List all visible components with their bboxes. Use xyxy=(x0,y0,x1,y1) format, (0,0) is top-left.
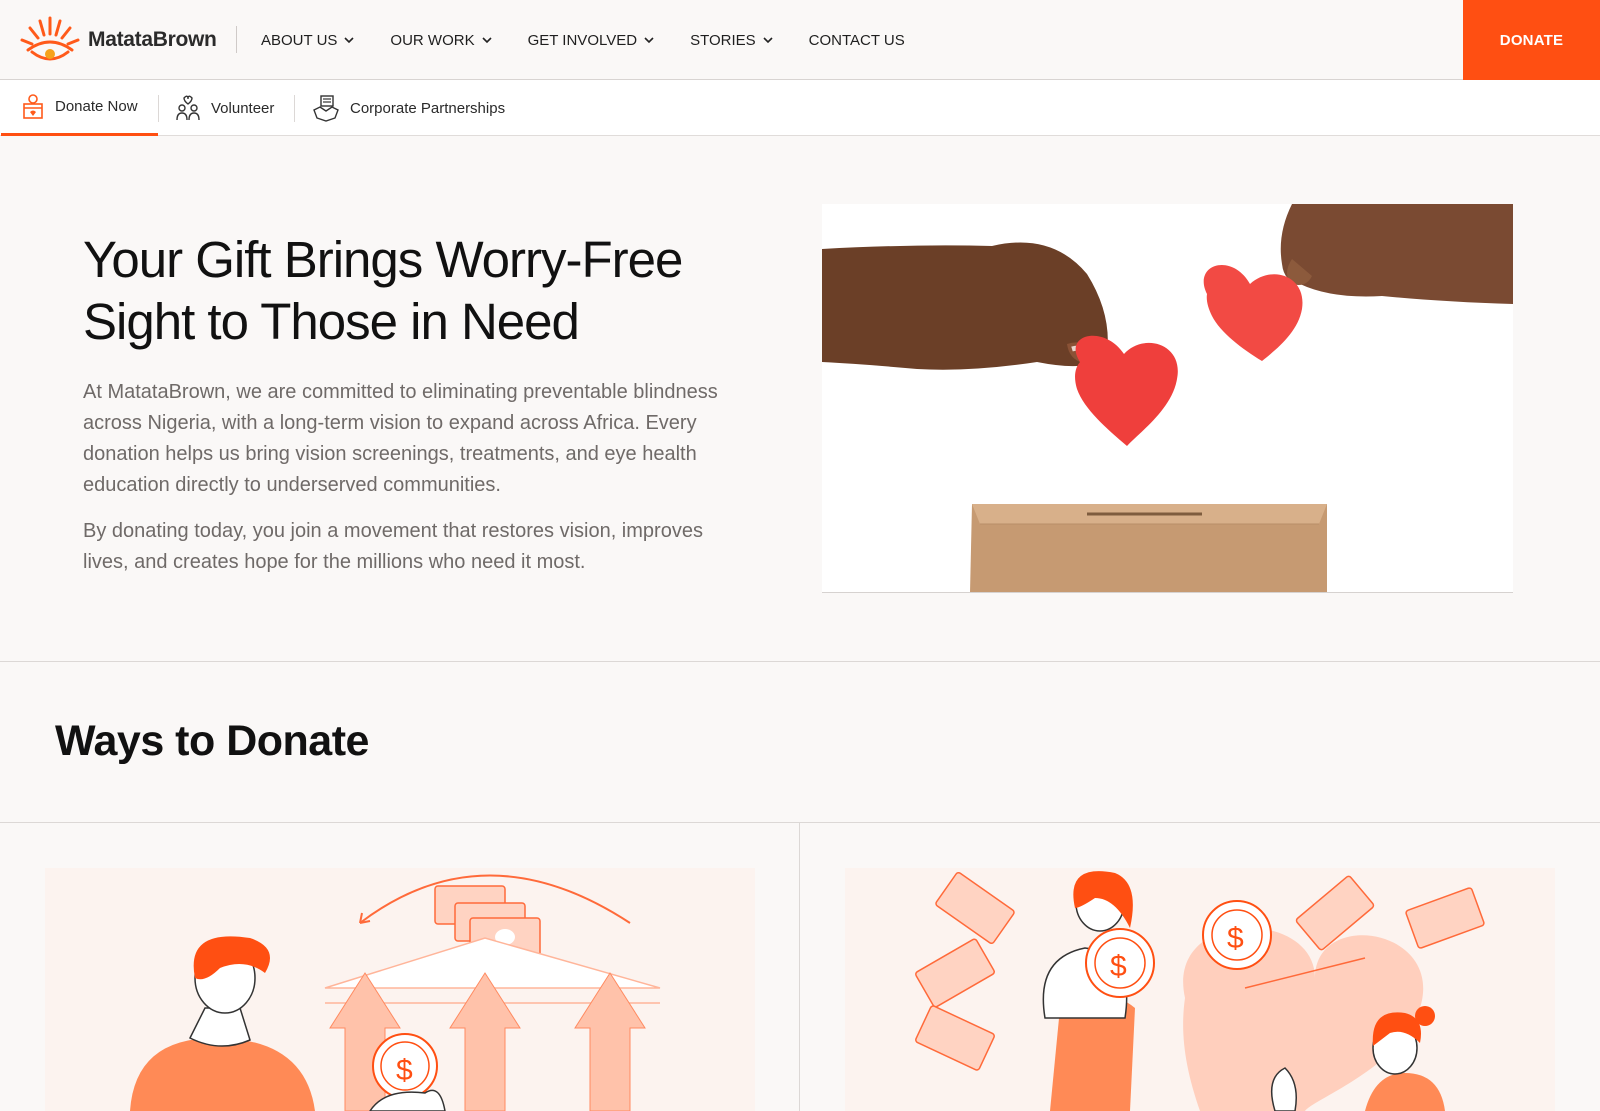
hero-section: Your Gift Brings Worry-Free Sight to Tho… xyxy=(0,137,1600,662)
nav-get-involved[interactable]: GET INVOLVED xyxy=(528,32,654,49)
nav-contact-us-label: CONTACT US xyxy=(808,31,905,49)
section-divider xyxy=(0,822,1600,823)
tab-donate-now[interactable]: Donate Now xyxy=(1,80,158,136)
ways-to-donate-title: Ways to Donate xyxy=(55,717,369,765)
chevron-down-icon xyxy=(344,37,354,44)
hero-title-line-1: Your Gift Brings Worry-Free xyxy=(83,231,683,288)
tab-volunteer-label: Volunteer xyxy=(211,99,275,117)
hero-title: Your Gift Brings Worry-Free Sight to Tho… xyxy=(83,229,743,353)
hero-image-hands-hearts-donation-box xyxy=(822,204,1513,593)
nav-stories-label: STORIES xyxy=(690,31,756,49)
nav-our-work[interactable]: OUR WORK xyxy=(390,31,492,49)
card-divider xyxy=(799,822,800,1111)
sub-navigation: Donate Now Volunteer Corporate Partnersh… xyxy=(0,80,1600,136)
svg-text:$: $ xyxy=(396,1054,413,1087)
tab-donate-now-label: Donate Now xyxy=(55,98,138,115)
svg-text:$: $ xyxy=(1110,950,1127,983)
chevron-down-icon xyxy=(644,37,654,44)
svg-text:$: $ xyxy=(1227,922,1244,955)
card-illustration-giving: $ $ xyxy=(845,868,1555,1111)
logo-divider xyxy=(236,26,237,53)
volunteer-icon xyxy=(176,95,200,121)
tab-corporate-partnerships[interactable]: Corporate Partnerships xyxy=(312,80,505,136)
hero-paragraph-1: At MatataBrown, we are committed to elim… xyxy=(83,381,718,496)
brand-name: MatataBrown xyxy=(88,28,217,51)
tab-volunteer[interactable]: Volunteer xyxy=(175,80,274,136)
hero-title-line-2: Sight to Those in Need xyxy=(83,293,580,350)
hero-paragraph-2: By donating today, you join a movement t… xyxy=(83,520,703,573)
tab-divider xyxy=(294,95,295,122)
sun-eye-logo-icon xyxy=(20,16,80,61)
tab-divider xyxy=(158,95,159,122)
tab-corporate-partnerships-label: Corporate Partnerships xyxy=(350,99,506,117)
main-nav: ABOUT US OUR WORK GET INVOLVED STORIES C… xyxy=(261,0,941,80)
nav-get-involved-label: GET INVOLVED xyxy=(527,31,638,49)
chevron-down-icon xyxy=(482,37,492,44)
nav-about-us-label: ABOUT US xyxy=(261,31,338,49)
nav-stories[interactable]: STORIES xyxy=(690,32,773,49)
donate-button[interactable]: DONATE xyxy=(1463,0,1600,80)
card-illustration-bank-transfer: $ xyxy=(45,868,755,1111)
nav-our-work-label: OUR WORK xyxy=(390,31,475,49)
donation-box-icon xyxy=(23,93,43,119)
nav-about-us[interactable]: ABOUT US xyxy=(261,32,354,49)
chevron-down-icon xyxy=(763,37,773,44)
nav-contact-us[interactable]: CONTACT US xyxy=(809,32,905,49)
top-navigation-bar: MatataBrown ABOUT US OUR WORK GET INVOLV… xyxy=(0,0,1600,80)
handshake-icon xyxy=(313,95,339,122)
brand-logo[interactable]: MatataBrown xyxy=(18,14,217,66)
